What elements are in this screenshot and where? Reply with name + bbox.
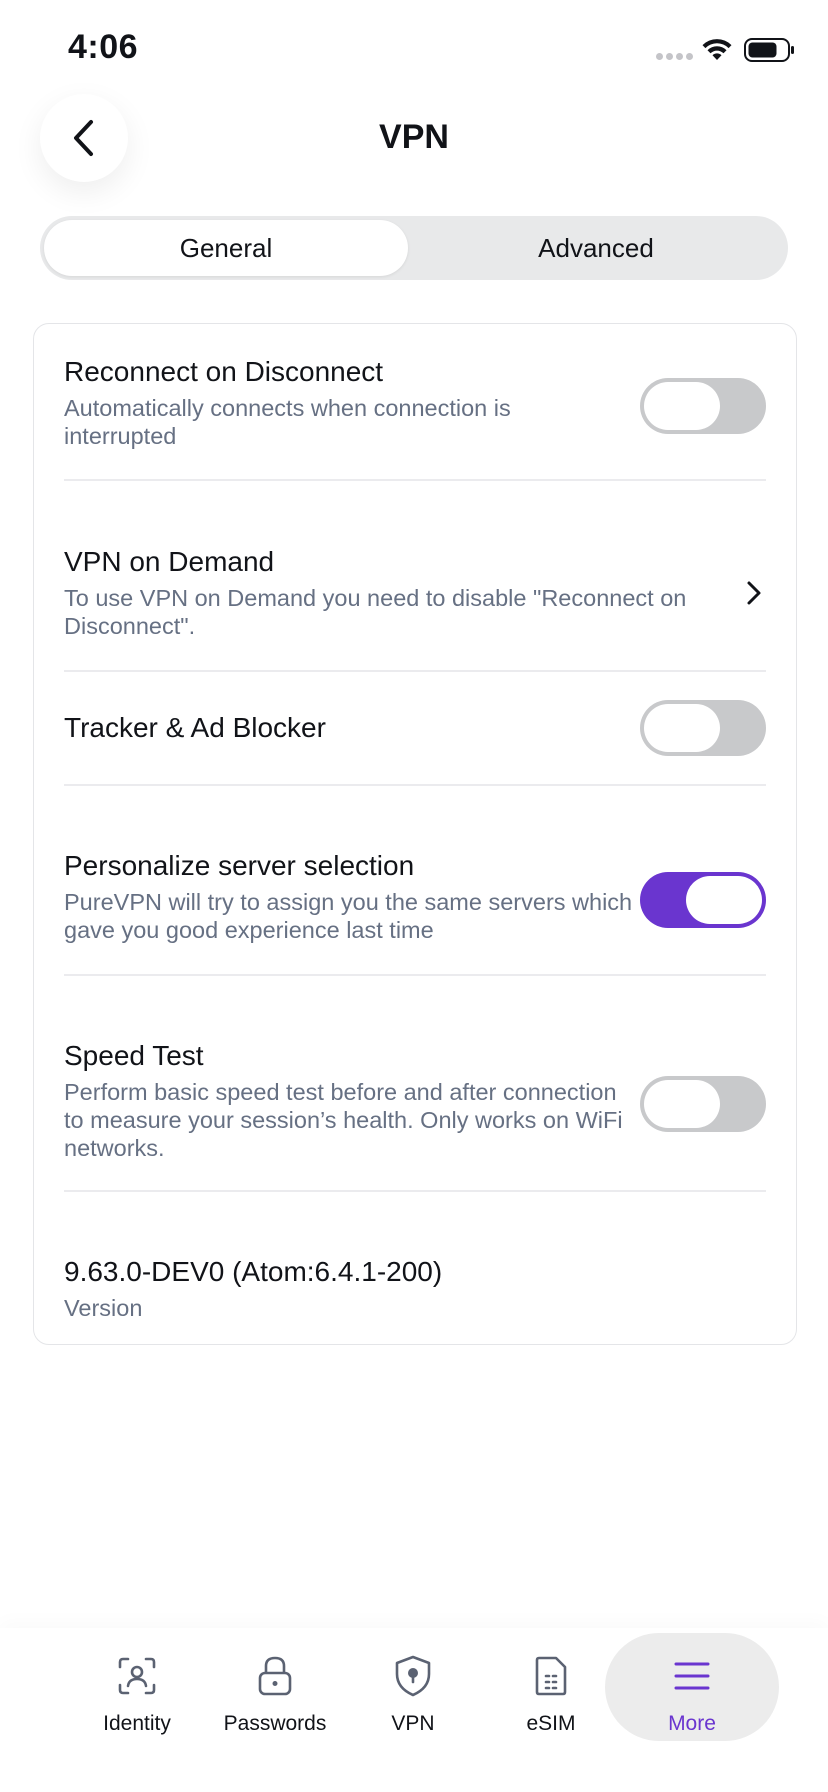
version-row: 9.63.0-DEV0 (Atom:6.4.1-200) Version (64, 1254, 766, 1334)
reconnect-setting-row: Reconnect on Disconnect Automatically co… (64, 354, 766, 466)
shield-icon (395, 1655, 431, 1697)
chevron-right-icon (747, 581, 761, 605)
status-bar: 4:06 (0, 0, 828, 100)
vpn-on-demand-row[interactable]: VPN on Demand To use VPN on Demand you n… (64, 544, 766, 656)
speed-test-toggle[interactable] (640, 1076, 766, 1132)
tab-advanced[interactable]: Advanced (408, 220, 784, 276)
nav-tab-more[interactable]: More (632, 1628, 752, 1792)
divider (64, 670, 766, 672)
version-value: 9.63.0-DEV0 (Atom:6.4.1-200) (64, 1256, 443, 1287)
version-label: Version (64, 1295, 143, 1321)
identity-icon (118, 1657, 156, 1695)
speed-test-row: Speed Test Perform basic speed test befo… (64, 1038, 766, 1178)
personalize-setting-row: Personalize server selection PureVPN wil… (64, 848, 766, 960)
personalize-toggle[interactable] (640, 872, 766, 928)
wifi-icon (702, 39, 732, 60)
status-time: 4:06 (68, 28, 139, 66)
nav-label-esim: eSIM (526, 1712, 576, 1735)
nav-tab-esim[interactable]: eSIM (491, 1628, 611, 1792)
toggle-knob (644, 1080, 720, 1128)
tab-general[interactable]: General (44, 220, 408, 276)
cellular-signal-icon (656, 53, 693, 60)
nav-label-more: More (668, 1712, 716, 1735)
toggle-knob (686, 876, 762, 924)
tracker-blocker-toggle[interactable] (640, 700, 766, 756)
vpn-on-demand-title: VPN on Demand (64, 546, 275, 577)
nav-label-vpn: VPN (391, 1712, 435, 1735)
vpn-on-demand-description: To use VPN on Demand you need to disable… (64, 585, 687, 639)
personalize-description: PureVPN will try to assign you the same … (64, 889, 633, 943)
divider (64, 784, 766, 786)
esim-icon (535, 1656, 567, 1696)
speed-test-description: Perform basic speed test before and afte… (64, 1079, 623, 1161)
divider (64, 479, 766, 481)
vpn-settings-screen: 4:06 VPN General Advanced Reconnect on D… (0, 0, 828, 1792)
divider (64, 1190, 766, 1192)
menu-icon (674, 1662, 710, 1690)
tracker-blocker-row: Tracker & Ad Blocker (64, 700, 766, 766)
nav-label-identity: Identity (103, 1712, 171, 1735)
page-title: VPN (379, 118, 449, 156)
settings-tab-switcher: General Advanced (40, 216, 788, 280)
nav-tab-identity[interactable]: Identity (77, 1628, 197, 1792)
bottom-tab-bar: Identity Passwords VPN eSIM More (0, 1628, 828, 1792)
toggle-knob (644, 704, 720, 752)
reconnect-toggle[interactable] (640, 378, 766, 434)
nav-label-passwords: Passwords (223, 1712, 327, 1735)
toggle-knob (644, 382, 720, 430)
nav-tab-passwords[interactable]: Passwords (215, 1628, 335, 1792)
divider (64, 974, 766, 976)
battery-icon (744, 38, 794, 62)
speed-test-title: Speed Test (64, 1040, 204, 1071)
lock-icon (258, 1656, 292, 1696)
reconnect-description: Automatically connects when connection i… (64, 395, 511, 449)
settings-card: Reconnect on Disconnect Automatically co… (33, 323, 797, 1345)
nav-tab-vpn[interactable]: VPN (353, 1628, 473, 1792)
